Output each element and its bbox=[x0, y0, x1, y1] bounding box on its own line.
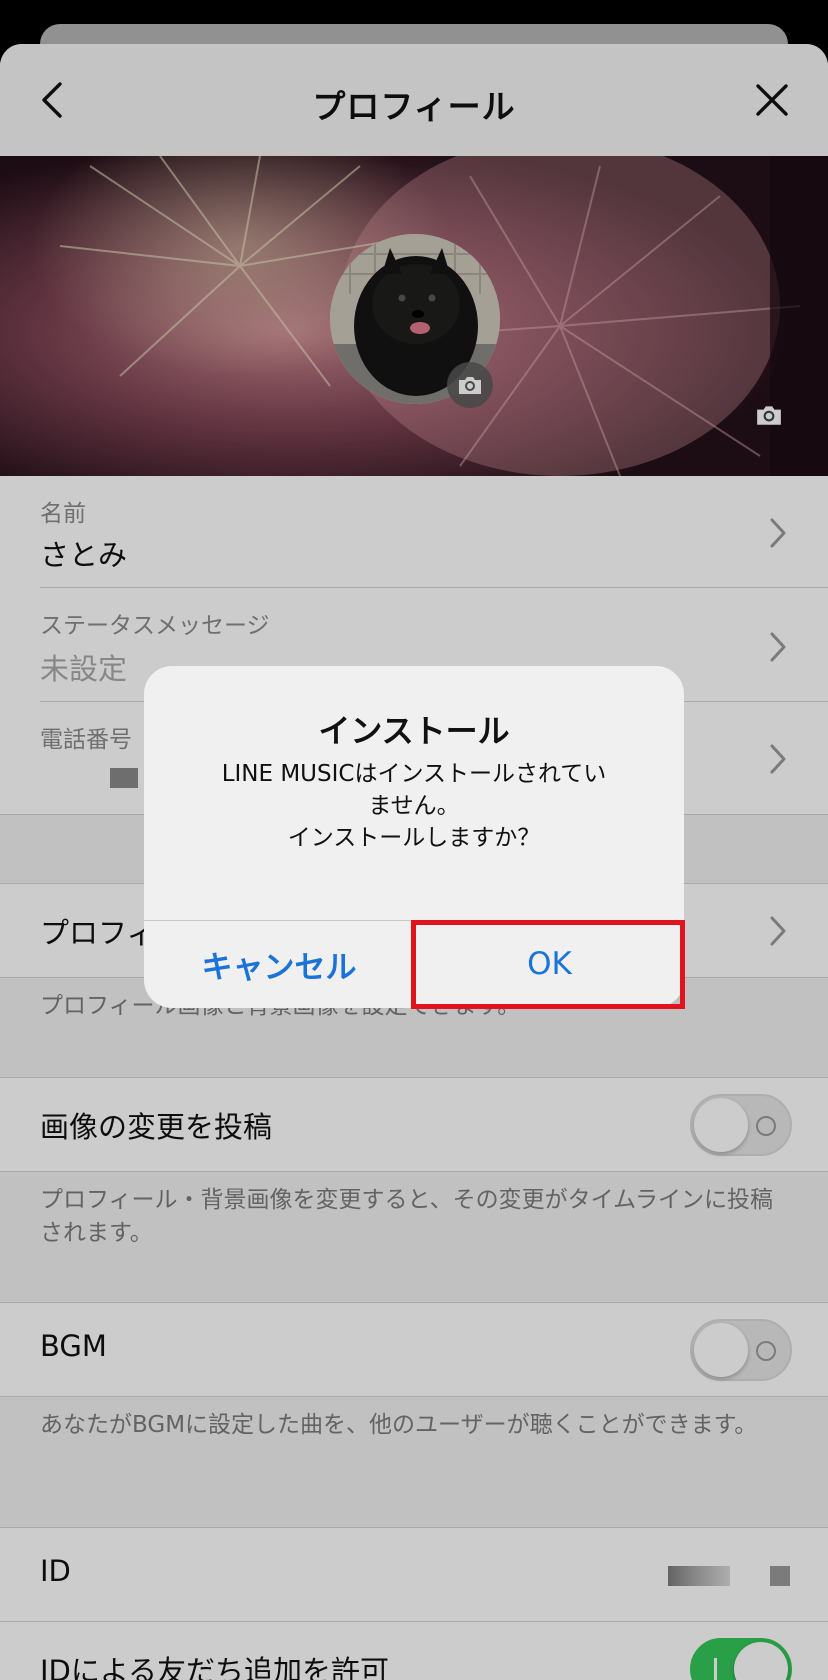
ok-button-highlight-box bbox=[411, 920, 685, 1009]
alert-title: インストール bbox=[318, 712, 510, 750]
cancel-button[interactable]: キャンセル bbox=[144, 920, 414, 1008]
alert-message-line: LINE MUSICはインストールされてい bbox=[221, 761, 607, 787]
alert-message-line: ません。 bbox=[368, 793, 460, 819]
alert-message: LINE MUSICはインストールされてい ません。 インストールしますか？ bbox=[194, 758, 634, 854]
alert-message-line: インストールしますか？ bbox=[287, 825, 541, 851]
